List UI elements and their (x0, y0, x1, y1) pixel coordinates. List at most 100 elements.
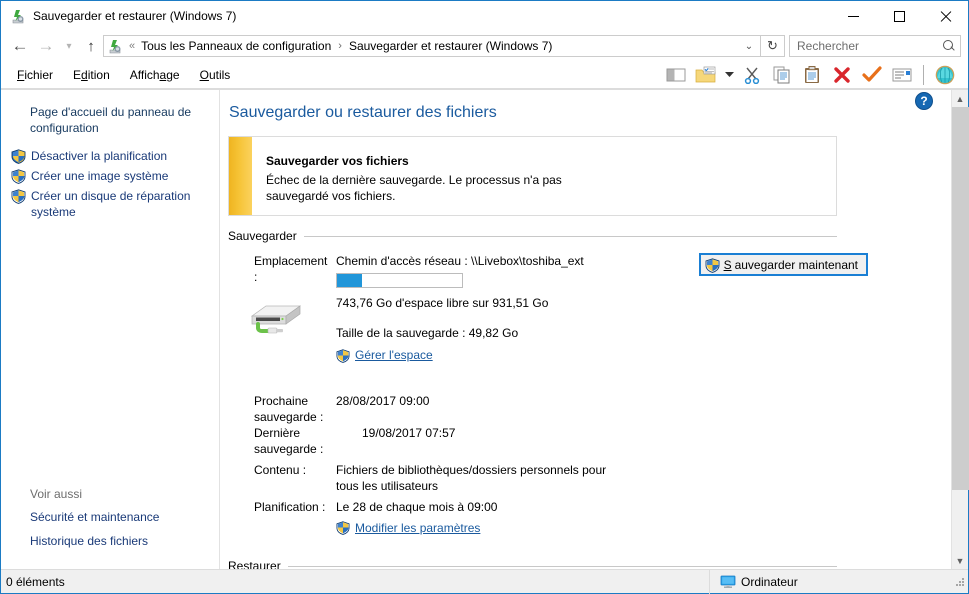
status-bar: 0 éléments Ordinateur (1, 569, 968, 594)
resize-grip-icon[interactable] (954, 576, 966, 588)
external-hard-drive-icon (246, 305, 308, 338)
window-controls (830, 1, 968, 31)
schedule-label: Planification : (254, 499, 326, 514)
close-button[interactable] (922, 1, 968, 31)
disk-usage-bar (336, 273, 463, 288)
alert-message: Échec de la dernière sauvegarde. Le proc… (266, 173, 562, 203)
cut-scissors-icon[interactable] (737, 62, 767, 88)
scroll-down-icon[interactable]: ▼ (952, 552, 969, 569)
breadcrumb[interactable]: « Tous les Panneaux de configuration › S… (103, 35, 761, 57)
dropdown-arrow-icon[interactable] (721, 62, 737, 88)
sidebar-item-label: Créer un disque de réparation système (31, 189, 191, 219)
scrollbar-track[interactable] (951, 107, 969, 552)
maximize-button[interactable] (876, 1, 922, 31)
last-backup-value: 19/08/2017 07:57 (362, 425, 456, 440)
next-backup-label: Prochaine sauvegarde : (254, 393, 324, 424)
search-box[interactable] (789, 35, 961, 57)
folder-options-icon[interactable] (691, 62, 721, 88)
help-icon: ? (920, 94, 928, 108)
sidebar-home-label: Page d'accueil du panneau de configurati… (30, 105, 192, 135)
title-bar: Sauvegarder et restaurer (Windows 7) (1, 1, 968, 31)
last-backup-label: Dernière sauvegarde : (254, 425, 324, 456)
window-title: Sauvegarder et restaurer (Windows 7) (33, 9, 237, 23)
sidebar-item-control-panel-home[interactable]: Page d'accueil du panneau de configurati… (1, 102, 220, 138)
uac-shield-icon (11, 169, 26, 184)
preview-pane-icon[interactable] (661, 62, 691, 88)
section-label: Sauvegarder (228, 229, 297, 243)
vertical-scrollbar[interactable]: ▲ ▼ (951, 90, 969, 569)
sidebar-item-create-repair-disc[interactable]: Créer un disque de réparation système (1, 186, 220, 222)
uac-shield-icon (336, 348, 350, 363)
refresh-icon: ↻ (767, 38, 778, 53)
sidebar-item-disable-schedule[interactable]: Désactiver la planification (1, 146, 220, 166)
backup-status-alert: Sauvegarder vos fichiers Échec de la der… (228, 136, 837, 216)
section-label: Restaurer (228, 559, 281, 569)
menu-outils[interactable]: Outils (190, 64, 241, 86)
menu-affichage[interactable]: Affichage (120, 64, 190, 86)
menu-edition-rest: ition (87, 67, 110, 82)
content-value: Fichiers de bibliothèques/dossiers perso… (336, 462, 607, 493)
backup-now-accel: S (723, 257, 732, 272)
help-button[interactable]: ? (915, 92, 933, 110)
disk-usage-fill (337, 274, 362, 287)
uac-shield-icon (11, 189, 26, 204)
back-button[interactable]: ← (7, 34, 33, 58)
delete-red-x-icon[interactable] (827, 62, 857, 88)
properties-icon[interactable] (887, 62, 917, 88)
breadcrumb-overflow-icon[interactable]: « (125, 40, 139, 52)
sidebar-item-create-system-image[interactable]: Créer une image système (1, 166, 220, 186)
restore-section-header: Restaurer (228, 559, 837, 569)
backup-details: Sauvegarder maintenant Emplacement : Che… (228, 253, 868, 539)
sidebar-item-label: Créer une image système (31, 169, 169, 183)
paste-icon[interactable] (797, 62, 827, 88)
chevron-down-icon[interactable]: ⌄ (740, 41, 758, 52)
menu-edition[interactable]: Edition (63, 64, 120, 86)
recent-locations-button[interactable]: ▾ (59, 34, 79, 58)
see-also-label: Voir aussi (30, 487, 83, 501)
backup-size-text: Taille de la sauvegarde : 49,82 Go (336, 326, 519, 340)
scroll-up-icon[interactable]: ▲ (952, 90, 969, 107)
sidebar-item-file-history[interactable]: Historique des fichiers (1, 529, 220, 553)
menu-fichier[interactable]: Fichier (7, 64, 63, 86)
backup-restore-icon (10, 8, 26, 24)
globe-shell-icon[interactable] (930, 62, 960, 88)
content-label: Contenu : (254, 462, 307, 477)
copy-icon[interactable] (767, 62, 797, 88)
up-button[interactable]: ↑ (79, 34, 103, 58)
computer-icon (720, 575, 736, 589)
menu-edition-pre: E (73, 67, 82, 82)
window-body: Page d'accueil du panneau de configurati… (1, 89, 969, 569)
schedule-value: Le 28 de chaque mois à 09:00 (336, 499, 498, 514)
location-label: Emplacement : (254, 254, 328, 284)
validate-orange-check-icon[interactable] (857, 62, 887, 88)
toolbar (661, 62, 968, 88)
minimize-icon (847, 15, 859, 17)
alert-accent-bar (229, 137, 252, 215)
menu-outils-rest: utils (208, 67, 231, 82)
change-settings-label: Modifier les paramètres (355, 520, 481, 535)
section-divider (303, 235, 837, 237)
breadcrumb-item-0[interactable]: Tous les Panneaux de configuration (139, 39, 333, 53)
sidebar-item-security-maintenance[interactable]: Sécurité et maintenance (1, 505, 220, 529)
minimize-button[interactable] (830, 1, 876, 31)
backup-now-label: auvegarder maintenant (734, 257, 858, 272)
backup-section-header: Sauvegarder (228, 229, 837, 243)
breadcrumb-item-1[interactable]: Sauvegarder et restaurer (Windows 7) (347, 39, 554, 53)
backup-now-button[interactable]: Sauvegarder maintenant (698, 253, 868, 276)
forward-button[interactable]: → (33, 34, 59, 58)
refresh-button[interactable]: ↻ (761, 35, 785, 57)
menu-affichage-pre: Affich (129, 67, 160, 82)
search-input[interactable] (797, 39, 942, 53)
page-title: Sauvegarder ou restaurer des fichiers (229, 104, 497, 121)
uac-shield-icon (11, 149, 26, 164)
breadcrumb-app-icon (107, 38, 123, 54)
menu-affichage-rest: ge (166, 67, 180, 82)
sidebar-see-also-group: Voir aussi Sécurité et maintenance Histo… (1, 485, 220, 569)
manage-space-link[interactable]: Gérer l'espace (336, 347, 433, 363)
free-space-text: 743,76 Go d'espace libre sur 931,51 Go (336, 296, 549, 310)
explorer-window: Sauvegarder et restaurer (Windows 7) ← →… (0, 0, 969, 594)
scrollbar-thumb[interactable] (951, 107, 969, 490)
search-icon (942, 39, 956, 53)
status-item-count: 0 éléments (6, 574, 65, 589)
change-settings-link[interactable]: Modifier les paramètres (336, 520, 480, 536)
